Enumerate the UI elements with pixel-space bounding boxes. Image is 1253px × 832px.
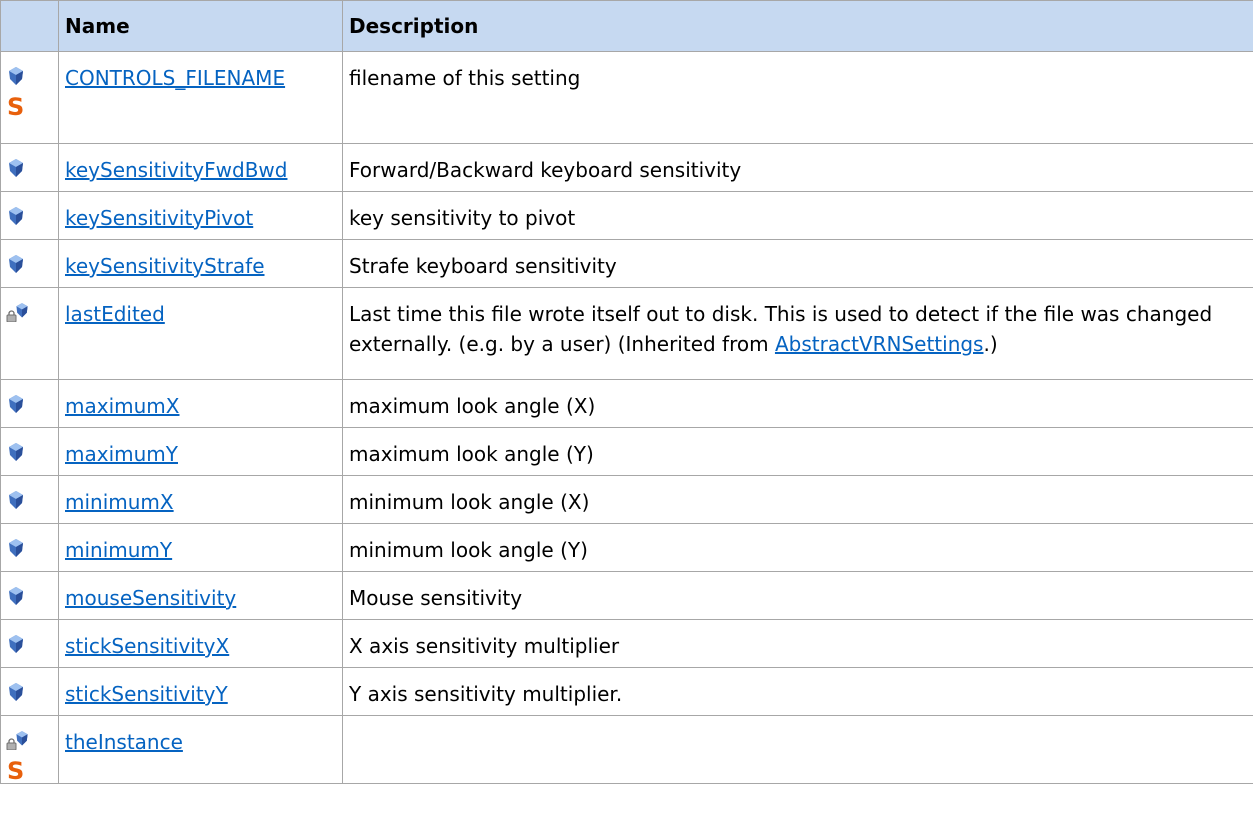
member-name-link[interactable]: minimumX — [65, 490, 174, 514]
member-name-cell: theInstance — [58, 715, 343, 784]
table-row: stickSensitivityX X axis sensitivity mult… — [0, 619, 1253, 668]
member-icons — [0, 619, 59, 668]
member-name-cell: mouseSensitivity — [58, 571, 343, 620]
member-name-cell: keySensitivityPivot — [58, 191, 343, 240]
field-icon — [6, 254, 26, 274]
member-name-cell: keySensitivityFwdBwd — [58, 143, 343, 192]
member-name-link[interactable]: maximumX — [65, 394, 179, 418]
member-description: key sensitivity to pivot — [342, 191, 1253, 240]
member-description: minimum look angle (X) — [342, 475, 1253, 524]
header-icon-column — [0, 0, 59, 52]
table-row: StheInstance — [0, 715, 1253, 785]
field-icon — [6, 490, 26, 510]
member-icons — [0, 379, 59, 428]
description-text: key sensitivity to pivot — [349, 206, 576, 230]
table-row: stickSensitivityY Y axis sensitivity mult… — [0, 667, 1253, 716]
member-description: Forward/Backward keyboard sensitivity — [342, 143, 1253, 192]
member-icons — [0, 475, 59, 524]
header-row: Name Description — [0, 0, 1253, 52]
protected-field-icon — [6, 730, 28, 750]
member-icons — [0, 667, 59, 716]
description-text: maximum look angle (Y) — [349, 442, 594, 466]
table-row: maximumY maximum look angle (Y) — [0, 427, 1253, 476]
description-text: minimum look angle (X) — [349, 490, 590, 514]
member-name-cell: keySensitivityStrafe — [58, 239, 343, 288]
description-text: X axis sensitivity multiplier — [349, 634, 620, 658]
field-icon — [6, 634, 26, 654]
member-description: maximum look angle (Y) — [342, 427, 1253, 476]
member-name-link[interactable]: keySensitivityFwdBwd — [65, 158, 287, 182]
protected-field-icon — [6, 302, 28, 322]
member-description: Mouse sensitivity — [342, 571, 1253, 620]
member-name-cell: CONTROLS_FILENAME — [58, 51, 343, 144]
member-description: Last time this file wrote itself out to … — [342, 287, 1253, 380]
member-name-cell: stickSensitivityY — [58, 667, 343, 716]
member-description: Y axis sensitivity multiplier. — [342, 667, 1253, 716]
table-row: mouseSensitivity Mouse sensitivity — [0, 571, 1253, 620]
table-row: keySensitivityStrafe Strafe keyboard sens… — [0, 239, 1253, 288]
member-icons — [0, 143, 59, 192]
member-name-cell: maximumX — [58, 379, 343, 428]
member-icons — [0, 571, 59, 620]
member-name-cell: minimumY — [58, 523, 343, 572]
member-description: filename of this setting — [342, 51, 1253, 144]
member-name-link[interactable]: CONTROLS_FILENAME — [65, 66, 285, 90]
member-icons — [0, 191, 59, 240]
member-description: X axis sensitivity multiplier — [342, 619, 1253, 668]
member-icons — [0, 287, 59, 380]
table-row: keySensitivityFwdBwd Forward/Backward key… — [0, 143, 1253, 192]
header-name: Name — [58, 0, 343, 52]
member-icons — [0, 427, 59, 476]
member-name-link[interactable]: maximumY — [65, 442, 178, 466]
field-icon — [6, 66, 26, 86]
member-icons — [0, 523, 59, 572]
member-description — [342, 715, 1253, 784]
field-icon — [6, 442, 26, 462]
member-name-cell: stickSensitivityX — [58, 619, 343, 668]
member-name-cell: minimumX — [58, 475, 343, 524]
member-name-link[interactable]: theInstance — [65, 730, 183, 754]
table-row: maximumX maximum look angle (X) — [0, 379, 1253, 428]
member-name-link[interactable]: mouseSensitivity — [65, 586, 236, 610]
member-name-link[interactable]: keySensitivityPivot — [65, 206, 253, 230]
static-icon: S — [7, 757, 25, 785]
table-row: lastEdited Last time this file wrote itse… — [0, 287, 1253, 380]
description-suffix: .) — [983, 332, 998, 356]
description-text: Forward/Backward keyboard sensitivity — [349, 158, 742, 182]
description-text: minimum look angle (Y) — [349, 538, 588, 562]
description-text: Mouse sensitivity — [349, 586, 523, 610]
description-text: maximum look angle (X) — [349, 394, 596, 418]
table-row: minimumY minimum look angle (Y) — [0, 523, 1253, 572]
member-name-link[interactable]: stickSensitivityX — [65, 634, 229, 658]
field-icon — [6, 586, 26, 606]
member-description: maximum look angle (X) — [342, 379, 1253, 428]
field-icon — [6, 158, 26, 178]
table-row: keySensitivityPivot key sensitivity to pi… — [0, 191, 1253, 240]
description-text: filename of this setting — [349, 66, 581, 90]
field-icon — [6, 394, 26, 414]
members-table: Name Description S CONTROLS_FILENAME filen… — [0, 0, 1253, 784]
field-icon — [6, 682, 26, 702]
description-text: Strafe keyboard sensitivity — [349, 254, 617, 278]
table-row: minimumX minimum look angle (X) — [0, 475, 1253, 524]
member-name-link[interactable]: lastEdited — [65, 302, 165, 326]
field-icon — [6, 206, 26, 226]
inherited-from-link[interactable]: AbstractVRNSettings — [775, 332, 984, 356]
static-icon: S — [7, 93, 25, 121]
description-text: Y axis sensitivity multiplier. — [349, 682, 623, 706]
member-icons — [0, 239, 59, 288]
member-name-link[interactable]: stickSensitivityY — [65, 682, 228, 706]
member-icons: S — [0, 51, 59, 144]
field-icon — [6, 538, 26, 558]
member-name-cell: lastEdited — [58, 287, 343, 380]
member-name-link[interactable]: minimumY — [65, 538, 172, 562]
member-name-cell: maximumY — [58, 427, 343, 476]
member-description: Strafe keyboard sensitivity — [342, 239, 1253, 288]
member-description: minimum look angle (Y) — [342, 523, 1253, 572]
header-description: Description — [342, 0, 1253, 52]
member-name-link[interactable]: keySensitivityStrafe — [65, 254, 265, 278]
member-icons: S — [0, 715, 59, 785]
table-row: S CONTROLS_FILENAME filename of this setti… — [0, 51, 1253, 144]
